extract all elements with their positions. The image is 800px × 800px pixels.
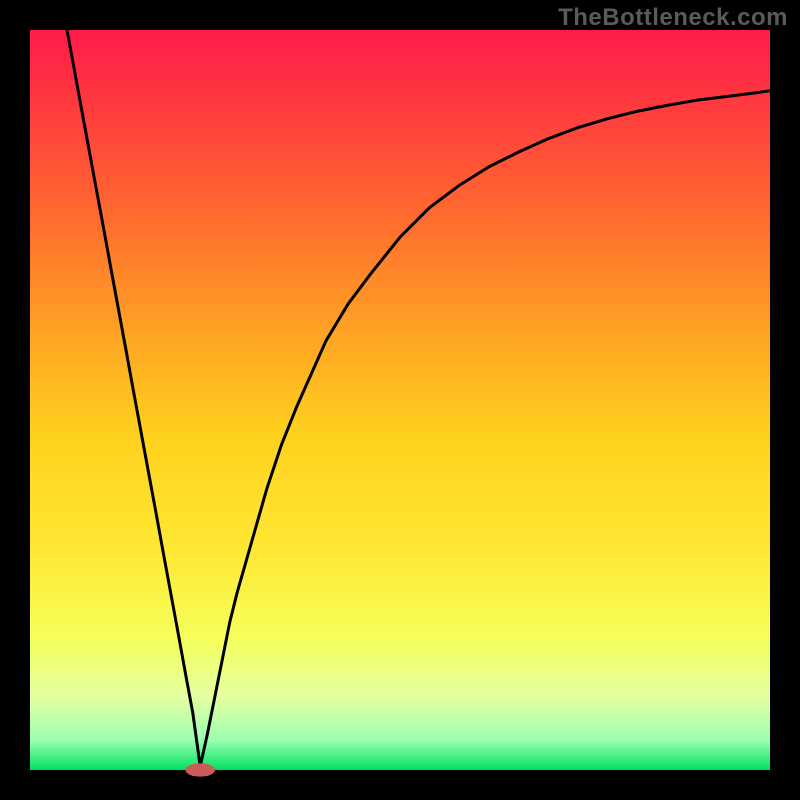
bottleneck-chart (0, 0, 800, 800)
watermark-text: TheBottleneck.com (558, 4, 788, 32)
chart-frame: TheBottleneck.com (0, 0, 800, 800)
plot-background (30, 30, 770, 770)
minimum-marker (185, 763, 215, 776)
